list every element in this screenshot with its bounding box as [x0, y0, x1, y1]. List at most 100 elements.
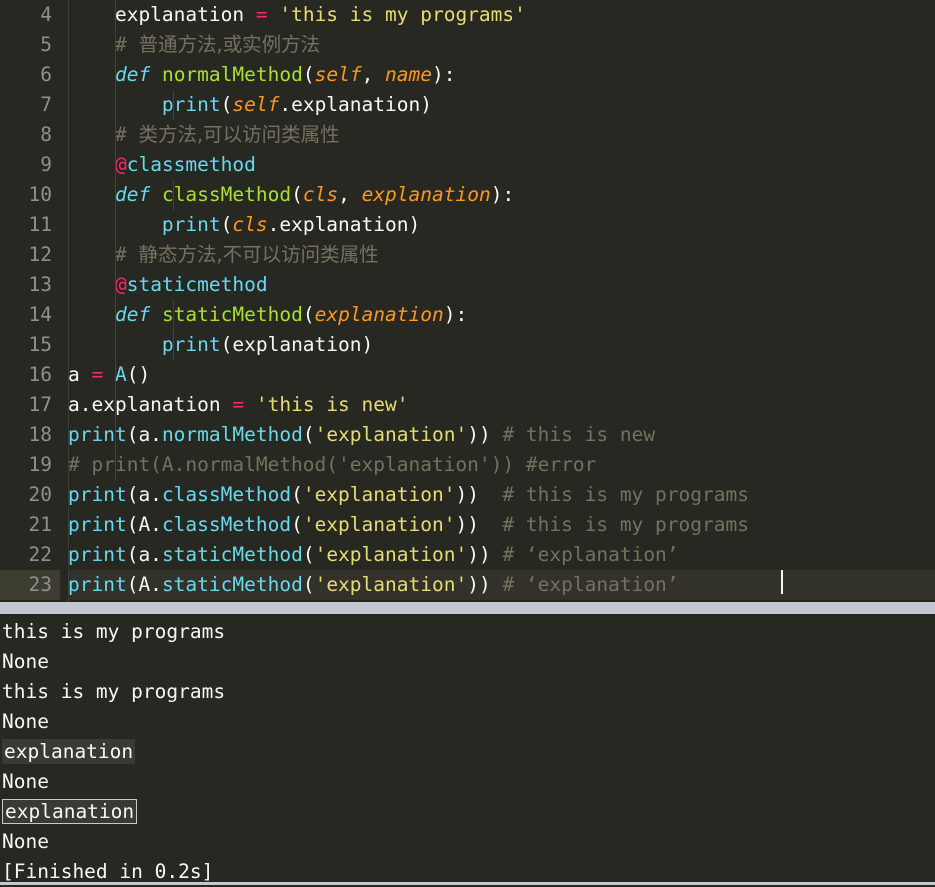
line-number[interactable]: 13 — [0, 270, 60, 300]
build-output-pane[interactable]: this is my programs None this is my progra… — [0, 614, 935, 885]
code-line[interactable]: 21 print(A.classMethod('explanation')) # … — [0, 510, 935, 540]
line-number[interactable]: 18 — [0, 420, 60, 450]
code-line-content[interactable]: # 普通方法,或实例方法 — [68, 30, 935, 60]
output-highlight-box: explanation — [2, 799, 138, 824]
token-plain: )) — [467, 543, 503, 566]
code-line-content[interactable]: print(explanation) — [68, 330, 935, 360]
token-com: # this is my programs — [502, 483, 749, 506]
code-line[interactable]: 13 @staticmethod — [0, 270, 935, 300]
line-number[interactable]: 15 — [0, 330, 60, 360]
code-line[interactable]: 18 print(a.normalMethod('explanation')) #… — [0, 420, 935, 450]
output-line: None — [0, 707, 935, 737]
token-plain: a.explanation — [68, 393, 233, 416]
code-line-content[interactable]: a.explanation = 'this is new' — [68, 390, 935, 420]
token-str: 'explanation' — [314, 543, 468, 566]
token-plain: () — [126, 363, 151, 386]
token-plain: ( — [302, 573, 315, 596]
code-line-content[interactable]: def normalMethod(self, name): — [68, 60, 935, 90]
code-line[interactable]: 16 a = A() — [0, 360, 935, 390]
pane-separator[interactable] — [0, 602, 935, 614]
code-line[interactable]: 5 # 普通方法,或实例方法 — [0, 30, 935, 60]
code-line[interactable]: 7 print(self.explanation) — [0, 90, 935, 120]
token-plain: ( — [291, 483, 303, 506]
line-number[interactable]: 6 — [0, 60, 60, 90]
code-line[interactable]: 10 def classMethod(cls, explanation): — [0, 180, 935, 210]
token-decoat: @ — [114, 273, 127, 296]
token-builtin: print — [68, 423, 127, 446]
token-plain: ( — [302, 423, 315, 446]
code-line[interactable]: 14 def staticMethod(explanation): — [0, 300, 935, 330]
token-attr: normalMethod — [161, 423, 303, 446]
code-line-content[interactable]: # print(A.normalMethod('explanation')) #… — [68, 450, 935, 480]
code-line-content[interactable]: print(a.staticMethod('explanation')) # ‘… — [68, 540, 935, 570]
line-number[interactable]: 8 — [0, 120, 60, 150]
code-line-content[interactable]: # 类方法,可以访问类属性 — [68, 120, 935, 150]
token-builtin: print — [68, 483, 127, 506]
token-param: self — [232, 93, 280, 116]
code-editor-pane[interactable]: 4 explanation = 'this is my programs' 5 #… — [0, 0, 935, 602]
line-number[interactable]: 12 — [0, 240, 60, 270]
token-com: # — [68, 123, 139, 146]
token-str: 'explanation' — [302, 513, 456, 536]
line-number[interactable]: 9 — [0, 150, 60, 180]
line-number[interactable]: 14 — [0, 300, 60, 330]
code-line-content[interactable]: print(A.staticMethod('explanation')) # ‘… — [68, 570, 935, 600]
code-line[interactable]: 17 a.explanation = 'this is new' — [0, 390, 935, 420]
line-number[interactable]: 16 — [0, 360, 60, 390]
code-lines-container[interactable]: 4 explanation = 'this is my programs' 5 #… — [0, 0, 935, 600]
code-line[interactable]: 23 print(A.staticMethod('explanation')) #… — [0, 570, 935, 600]
code-line-content[interactable]: def staticMethod(explanation): — [68, 300, 935, 330]
token-plain: .explanation) — [279, 93, 432, 116]
code-line[interactable]: 12 # 静态方法,不可以访问类属性 — [0, 240, 935, 270]
code-line-content[interactable]: print(a.normalMethod('explanation')) # t… — [68, 420, 935, 450]
code-line-content[interactable]: @staticmethod — [68, 270, 935, 300]
token-plain: , — [338, 183, 362, 206]
code-line[interactable]: 11 print(cls.explanation) — [0, 210, 935, 240]
code-line-content[interactable]: # 静态方法,不可以访问类属性 — [68, 240, 935, 270]
token-fn: classMethod — [161, 183, 292, 206]
code-line-content[interactable]: a = A() — [68, 360, 935, 390]
line-number[interactable]: 21 — [0, 510, 60, 540]
token-op: = — [255, 3, 268, 26]
code-line-content[interactable]: print(cls.explanation) — [68, 210, 935, 240]
token-builtin: print — [68, 573, 127, 596]
code-line-content[interactable]: print(A.classMethod('explanation')) # th… — [68, 510, 935, 540]
line-number[interactable]: 11 — [0, 210, 60, 240]
token-com: # ‘explanation’ — [502, 543, 679, 566]
code-line-content[interactable]: print(a.classMethod('explanation')) # th… — [68, 480, 935, 510]
code-line[interactable]: 20 print(a.classMethod('explanation')) # … — [0, 480, 935, 510]
line-number[interactable]: 19 — [0, 450, 60, 480]
line-number[interactable]: 7 — [0, 90, 60, 120]
code-line[interactable]: 6 def normalMethod(self, name): — [0, 60, 935, 90]
token-plain: ( — [291, 183, 303, 206]
token-plain: )) — [467, 423, 503, 446]
code-line[interactable]: 19 # print(A.normalMethod('explanation'))… — [0, 450, 935, 480]
token-param: self — [314, 63, 362, 86]
line-number[interactable]: 4 — [0, 0, 60, 30]
line-number[interactable]: 23 — [0, 570, 60, 600]
line-number[interactable]: 22 — [0, 540, 60, 570]
line-number[interactable]: 5 — [0, 30, 60, 60]
token-plain: (A. — [126, 513, 162, 536]
code-line[interactable]: 15 print(explanation) — [0, 330, 935, 360]
code-line[interactable]: 4 explanation = 'this is my programs' — [0, 0, 935, 30]
token-kw: def — [114, 183, 151, 206]
code-line-content[interactable]: print(self.explanation) — [68, 90, 935, 120]
code-line[interactable]: 22 print(a.staticMethod('explanation')) #… — [0, 540, 935, 570]
code-line[interactable]: 8 # 类方法,可以访问类属性 — [0, 120, 935, 150]
text-caret — [781, 570, 783, 594]
token-plain: ): — [432, 63, 456, 86]
line-number[interactable]: 20 — [0, 480, 60, 510]
token-op: = — [91, 363, 104, 386]
line-number[interactable]: 10 — [0, 180, 60, 210]
code-line-content[interactable]: @classmethod — [68, 150, 935, 180]
line-number[interactable]: 17 — [0, 390, 60, 420]
code-line-content[interactable]: def classMethod(cls, explanation): — [68, 180, 935, 210]
code-line[interactable]: 9 @classmethod — [0, 150, 935, 180]
code-line-content[interactable]: explanation = 'this is my programs' — [68, 0, 935, 30]
token-plain: (a. — [126, 423, 162, 446]
